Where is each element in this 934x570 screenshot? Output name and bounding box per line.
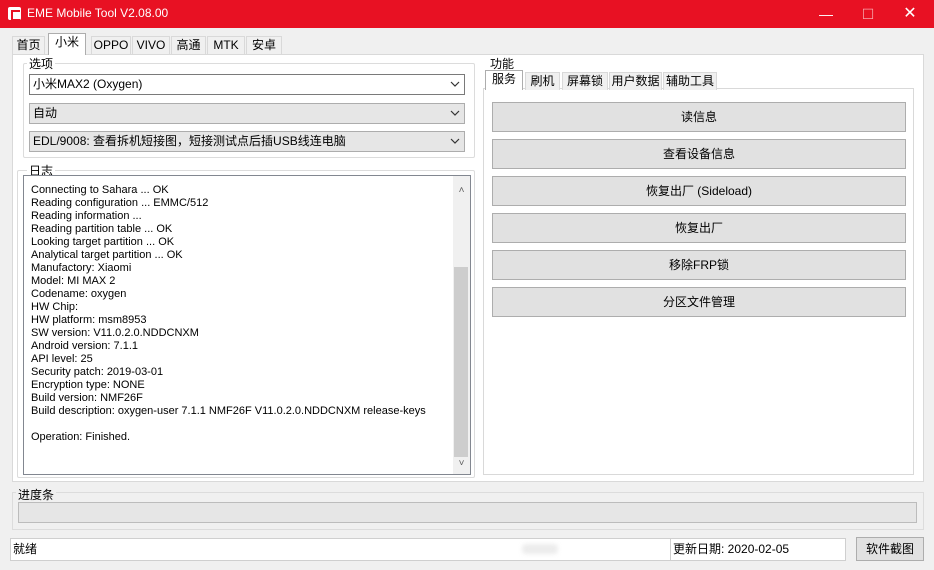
tab-home[interactable]: 首页 bbox=[12, 36, 45, 55]
log-line: Reading information ... bbox=[31, 210, 142, 222]
log-line: HW platform: msm8953 bbox=[31, 314, 147, 326]
app-logo-icon bbox=[8, 7, 21, 21]
tab-mtk[interactable]: MTK bbox=[207, 36, 245, 55]
model-select-value: 小米MAX2 (Oxygen) bbox=[33, 77, 143, 91]
log-textarea[interactable]: Connecting to Sahara ... OK Reading confi… bbox=[23, 175, 471, 475]
log-line: Security patch: 2019-03-01 bbox=[31, 366, 164, 378]
blurred-region bbox=[522, 544, 558, 554]
log-line: Connecting to Sahara ... OK bbox=[31, 184, 169, 196]
log-content: Connecting to Sahara ... OK Reading confi… bbox=[31, 184, 446, 444]
tab-flash[interactable]: 刷机 bbox=[525, 72, 560, 90]
scroll-thumb[interactable] bbox=[454, 267, 468, 457]
log-line: Build description: oxygen-user 7.1.1 NMF… bbox=[31, 405, 426, 417]
log-line: Android version: 7.1.1 bbox=[31, 340, 139, 352]
close-icon[interactable]: ✕ bbox=[890, 0, 930, 28]
update-date: 更新日期: 2020-02-05 bbox=[673, 542, 790, 556]
maximize-icon[interactable]: ☐ bbox=[848, 0, 888, 28]
edl-select-value: EDL/9008: 查看拆机短接图，短接测试点后插USB线连电脑 bbox=[33, 134, 346, 148]
log-line: Codename: oxygen bbox=[31, 288, 127, 300]
chevron-down-icon bbox=[450, 138, 460, 144]
title-bar: EME Mobile Tool V2.08.00 — ☐ ✕ bbox=[0, 0, 934, 28]
software-snapshot-button[interactable]: 软件截图 bbox=[856, 537, 924, 561]
log-line: Reading configuration ... EMMC/512 bbox=[31, 197, 209, 209]
tab-vivo[interactable]: VIVO bbox=[132, 36, 170, 55]
progress-bar bbox=[18, 502, 917, 523]
chevron-down-icon bbox=[450, 81, 460, 87]
log-line: Build version: NMF26F bbox=[31, 392, 143, 404]
status-state: 就绪 bbox=[13, 542, 38, 556]
scroll-down-icon[interactable]: ˅ bbox=[453, 455, 470, 472]
mode-select[interactable]: 自动 bbox=[29, 103, 465, 124]
options-group-label: 选项 bbox=[27, 57, 56, 71]
read-info-button[interactable]: 读信息 bbox=[492, 102, 906, 132]
remove-frp-button[interactable]: 移除FRP锁 bbox=[492, 250, 906, 280]
log-line: Manufactory: Xiaomi bbox=[31, 262, 132, 274]
log-line: Model: MI MAX 2 bbox=[31, 275, 116, 287]
log-line: Encryption type: NONE bbox=[31, 379, 145, 391]
chevron-down-icon bbox=[450, 110, 460, 116]
mode-select-value: 自动 bbox=[33, 106, 58, 120]
model-select[interactable]: 小米MAX2 (Oxygen) bbox=[29, 74, 465, 95]
tab-xiaomi[interactable]: 小米 bbox=[48, 33, 86, 55]
partition-manager-button[interactable]: 分区文件管理 bbox=[492, 287, 906, 317]
tab-qualcomm[interactable]: 高通 bbox=[171, 36, 206, 55]
edl-select[interactable]: EDL/9008: 查看拆机短接图，短接测试点后插USB线连电脑 bbox=[29, 131, 465, 152]
view-device-info-button[interactable]: 查看设备信息 bbox=[492, 139, 906, 169]
log-line: Operation: Finished. bbox=[31, 431, 131, 443]
log-line: Analytical target partition ... OK bbox=[31, 249, 183, 261]
tab-service[interactable]: 服务 bbox=[485, 70, 523, 90]
log-scrollbar[interactable]: ˄ ˅ bbox=[453, 176, 470, 474]
factory-reset-sideload-button[interactable]: 恢复出厂 (Sideload) bbox=[492, 176, 906, 206]
update-date-field: 更新日期: 2020-02-05 bbox=[670, 538, 846, 561]
tab-oppo[interactable]: OPPO bbox=[91, 36, 131, 55]
tab-screen-lock[interactable]: 屏幕锁 bbox=[562, 72, 608, 90]
log-line: Reading partition table ... OK bbox=[31, 223, 173, 235]
tab-aux-tools[interactable]: 辅助工具 bbox=[663, 72, 717, 90]
scroll-up-icon[interactable]: ˄ bbox=[453, 182, 470, 199]
log-line: SW version: V11.0.2.0.NDDCNXM bbox=[31, 327, 199, 339]
progress-group-label: 进度条 bbox=[16, 486, 57, 503]
window-title: EME Mobile Tool V2.08.00 bbox=[27, 6, 169, 20]
tab-android[interactable]: 安卓 bbox=[246, 36, 282, 55]
factory-reset-button[interactable]: 恢复出厂 bbox=[492, 213, 906, 243]
log-line: API level: 25 bbox=[31, 353, 93, 365]
minimize-icon[interactable]: — bbox=[806, 0, 846, 28]
tab-user-data[interactable]: 用户数据 bbox=[609, 72, 662, 90]
log-line: Looking target partition ... OK bbox=[31, 236, 175, 248]
log-line: HW Chip: bbox=[31, 301, 79, 313]
